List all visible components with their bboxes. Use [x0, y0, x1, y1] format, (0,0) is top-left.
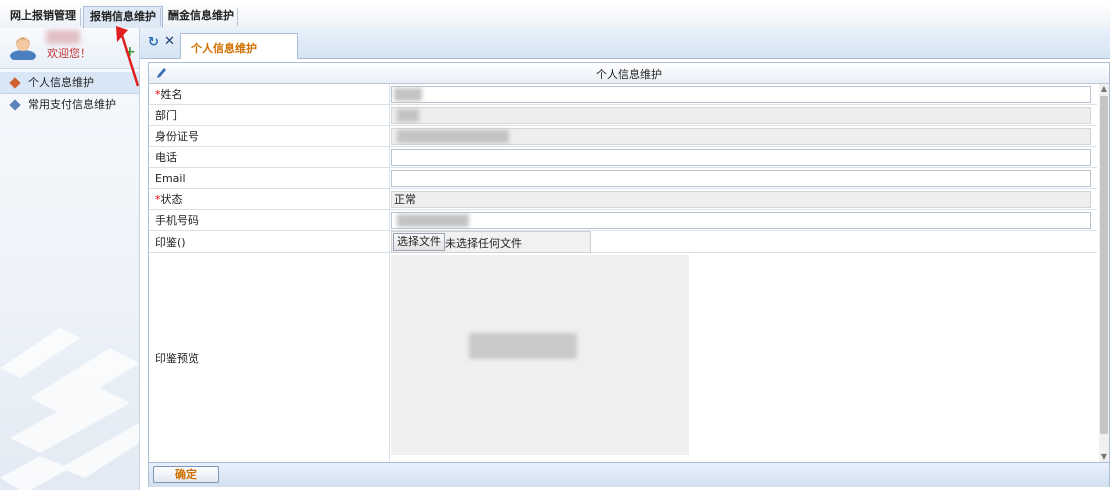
sidebar: 欢迎您！ + 个人信息维护 常用支付信息维护 — [0, 28, 140, 490]
field-label-text: 状态 — [160, 193, 183, 206]
form-row-id-number: 身份证号 — [149, 126, 1097, 147]
diamond-icon — [9, 77, 21, 89]
diamond-icon — [9, 99, 21, 111]
form-row-status: * 状态 正常 — [149, 189, 1097, 210]
sidebar-item-personal-info[interactable]: 个人信息维护 — [0, 72, 139, 94]
scroll-up-icon[interactable]: ▲ — [1099, 84, 1109, 94]
field-label: 身份证号 — [149, 126, 390, 146]
form-row-email: Email — [149, 168, 1097, 189]
redacted-seal — [469, 333, 577, 359]
form-row-seal: 印鉴() 选择文件 未选择任何文件 — [149, 231, 1097, 253]
content-area: ↻ ✕ 个人信息维护 个人信息维护 * 姓名 部门 身份证号 电话 Email … — [140, 28, 1110, 490]
form-panel: 个人信息维护 * 姓名 部门 身份证号 电话 Email * 状态 正常 手机号… — [148, 62, 1110, 487]
vertical-scrollbar[interactable]: ▲ ▼ — [1099, 84, 1109, 462]
field-label: 部门 — [149, 105, 390, 125]
redacted-value — [397, 214, 469, 227]
topnav-separator — [160, 8, 161, 26]
tab-personal-info[interactable]: 个人信息维护 — [180, 33, 298, 59]
field-label: 手机号码 — [149, 210, 390, 230]
topnav-tab-reimbursement-info[interactable]: 报销信息维护 — [83, 6, 163, 28]
sidebar-item-payment-info[interactable]: 常用支付信息维护 — [0, 94, 139, 116]
tab-strip: ↻ ✕ 个人信息维护 — [140, 28, 1110, 59]
redacted-value — [397, 109, 419, 122]
field-label-text: 印鉴() — [155, 235, 186, 249]
form-footer: 确定 — [149, 462, 1109, 487]
seal-preview-image — [391, 255, 689, 455]
field-label-text: 印鉴预览 — [155, 351, 199, 365]
redacted-value — [397, 130, 509, 143]
field-label-text: 姓名 — [160, 88, 183, 101]
file-status-text: 未选择任何文件 — [445, 237, 522, 250]
field-label: * 状态 — [149, 189, 390, 209]
topnav-tab-remuneration-info[interactable]: 酬金信息维护 — [162, 6, 240, 28]
welcome-text: 欢迎您！ — [47, 47, 91, 60]
phone-input[interactable] — [391, 149, 1091, 166]
close-icon[interactable]: ✕ — [164, 35, 175, 48]
tab-label: 个人信息维护 — [191, 42, 257, 55]
scroll-down-icon[interactable]: ▼ — [1099, 452, 1109, 462]
field-label-text: 电话 — [155, 151, 177, 164]
keyboard-watermark — [0, 328, 139, 490]
topnav-tab-reimbursement-management[interactable]: 网上报销管理 — [4, 6, 82, 28]
name-input[interactable] — [391, 86, 1091, 103]
email-input[interactable] — [391, 170, 1091, 187]
topnav-separator — [237, 8, 238, 26]
field-label-text: 手机号码 — [155, 214, 199, 227]
redacted-value — [394, 88, 422, 101]
form-row-department: 部门 — [149, 105, 1097, 126]
choose-file-button[interactable]: 选择文件 — [393, 233, 445, 251]
field-label: * 姓名 — [149, 84, 390, 104]
sidebar-item-label: 常用支付信息维护 — [28, 98, 116, 111]
user-avatar-icon — [10, 37, 36, 60]
panel-header: 个人信息维护 — [149, 63, 1109, 84]
panel-title: 个人信息维护 — [596, 68, 662, 81]
form-row-mobile: 手机号码 — [149, 210, 1097, 231]
field-label: 电话 — [149, 147, 390, 167]
refresh-icon[interactable]: ↻ — [148, 36, 160, 49]
field-label: 印鉴() — [149, 231, 390, 252]
top-nav: 网上报销管理 报销信息维护 酬金信息维护 — [0, 0, 1110, 29]
sidebar-item-label: 个人信息维护 — [28, 76, 94, 89]
mobile-input[interactable] — [391, 212, 1091, 229]
form-row-name: * 姓名 — [149, 84, 1097, 105]
status-field: 正常 — [391, 191, 1091, 208]
scroll-thumb[interactable] — [1100, 96, 1108, 434]
user-box: 欢迎您！ + — [0, 28, 139, 69]
form-row-phone: 电话 — [149, 147, 1097, 168]
field-label-text: Email — [155, 171, 186, 185]
field-label-text: 身份证号 — [155, 130, 199, 143]
topnav-separator — [80, 8, 81, 26]
confirm-button[interactable]: 确定 — [153, 466, 219, 483]
department-field — [391, 107, 1091, 124]
user-name-redacted — [46, 30, 80, 44]
field-label: Email — [149, 168, 390, 188]
form-row-seal-preview: 印鉴预览 — [149, 253, 1097, 462]
personal-info-form: * 姓名 部门 身份证号 电话 Email * 状态 正常 手机号码 印鉴() … — [149, 84, 1097, 462]
field-label-text: 部门 — [155, 109, 177, 122]
field-label: 印鉴预览 — [149, 253, 390, 462]
add-icon[interactable]: + — [124, 45, 136, 59]
